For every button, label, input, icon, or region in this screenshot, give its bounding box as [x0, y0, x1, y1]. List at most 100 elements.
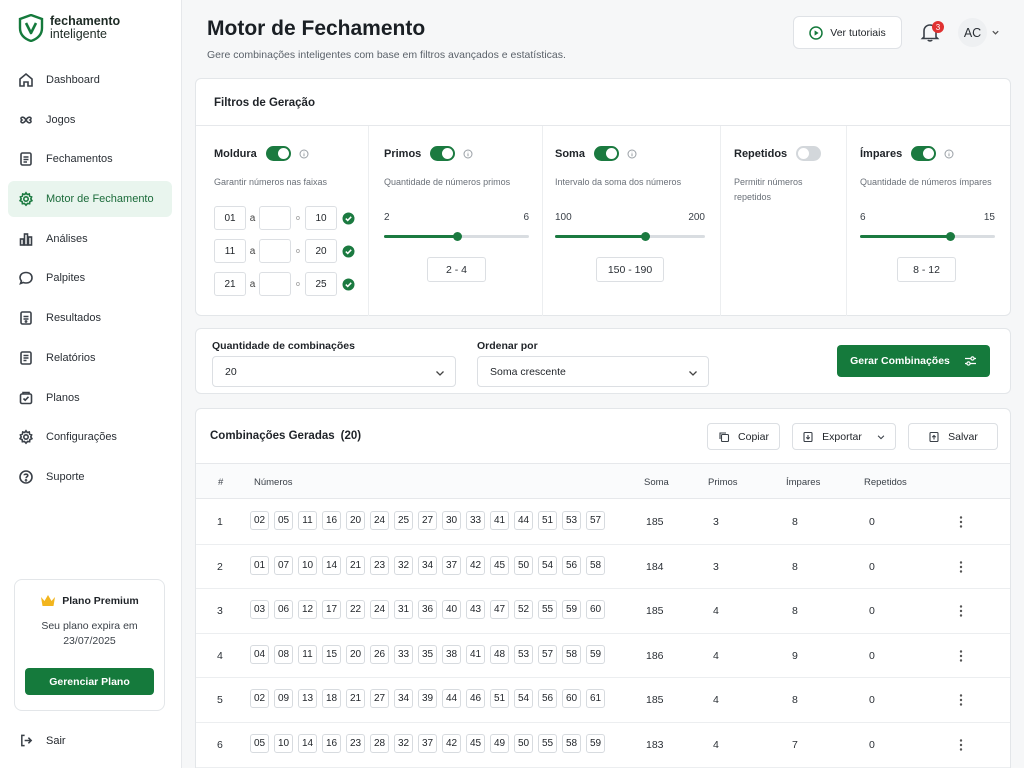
tutorials-button[interactable]: Ver tutoriais: [793, 16, 902, 49]
moldura-from-field[interactable]: 21: [214, 272, 246, 296]
page-subtitle: Gere combinações inteligentes com base e…: [207, 49, 566, 61]
table-row[interactable]: 1 02 05 11 16 20 24 25 27 30 33 41 44 51 53 57 185 3 8 0: [196, 500, 1010, 545]
copy-button[interactable]: Copiar: [707, 423, 780, 450]
number-chip: 21: [346, 689, 365, 709]
quantity-select[interactable]: 20: [212, 356, 456, 387]
info-icon[interactable]: [627, 149, 637, 159]
row-numbers: 02 09 13 18 21 27 34 39 44 46 51 54 56 60 61: [250, 689, 605, 709]
brand-logo[interactable]: fechamento inteligente: [18, 14, 120, 42]
row-sum: 186: [646, 649, 664, 662]
filter-impares-toggle[interactable]: [911, 146, 937, 161]
row-index: 3: [217, 605, 223, 618]
info-icon[interactable]: [944, 149, 954, 159]
filter-primos-desc: Quantidade de números primos: [384, 177, 511, 187]
logout-link[interactable]: Sair: [19, 733, 66, 748]
moldura-mid-field[interactable]: [259, 206, 291, 230]
results-card: Combinações Geradas (20) Copiar Exportar …: [195, 408, 1011, 768]
results-title: Combinações Geradas (20): [210, 430, 361, 442]
moldura-from-field[interactable]: 11: [214, 239, 246, 263]
sidebar-item-relatorios[interactable]: Relatórios: [8, 340, 172, 376]
row-index: 5: [217, 694, 223, 707]
number-chip: 40: [442, 600, 461, 620]
sidebar-item-resultados[interactable]: Resultados: [8, 300, 172, 336]
number-chip: 47: [490, 600, 509, 620]
number-chip: 59: [562, 600, 581, 620]
filter-moldura-label: Moldura: [214, 147, 257, 160]
moldura-from-field[interactable]: 01: [214, 206, 246, 230]
sidebar-item-configuracoes[interactable]: Configurações: [8, 419, 172, 455]
chevron-down-icon[interactable]: [991, 28, 1000, 37]
number-chip: 39: [418, 689, 437, 709]
moldura-to-field[interactable]: 20: [305, 239, 337, 263]
more-vertical-icon[interactable]: [959, 738, 963, 752]
avatar[interactable]: AC: [958, 18, 987, 47]
slider-fill: [860, 235, 950, 238]
row-odds: 8: [792, 516, 798, 528]
number-chip: 53: [562, 511, 581, 530]
sidebar-item-suporte[interactable]: Suporte: [8, 459, 172, 495]
sidebar-item-label: Jogos: [46, 113, 76, 126]
table-row[interactable]: 2 01 07 10 14 21 23 32 34 37 42 45 50 54 56 58 184 3 8 0: [196, 545, 1010, 590]
generate-combinations-button[interactable]: Gerar Combinações: [837, 345, 990, 377]
number-chip: 60: [562, 689, 581, 709]
filter-repetidos-toggle[interactable]: [796, 146, 822, 161]
info-icon[interactable]: [299, 149, 309, 159]
number-chip: 24: [370, 600, 389, 620]
sidebar-item-motor-de-fechamento[interactable]: Motor de Fechamento: [8, 181, 172, 218]
options-card: Quantidade de combinações 20 Ordenar por…: [195, 328, 1011, 394]
slider-handle[interactable]: [946, 232, 955, 241]
manage-plan-button[interactable]: Gerenciar Plano: [25, 668, 154, 695]
slider-handle[interactable]: [452, 232, 462, 241]
sidebar-item-fechamentos[interactable]: Fechamentos: [8, 141, 172, 177]
filter-soma-toggle[interactable]: [593, 146, 619, 161]
logout-icon: [21, 734, 33, 747]
soma-slider[interactable]: [555, 232, 705, 241]
sidebar-item-label: Motor de Fechamento: [46, 193, 154, 206]
filter-moldura-toggle[interactable]: [265, 146, 291, 161]
table-row[interactable]: 6 05 10 14 16 23 28 32 37 42 45 49 50 55 58 59 183 4 7 0: [196, 723, 1010, 768]
info-icon[interactable]: [463, 149, 473, 159]
table-row[interactable]: 5 02 09 13 18 21 27 34 39 44 46 51 54 56 60 61 185 4 8 0: [196, 678, 1010, 723]
table-row[interactable]: 4 04 08 11 15 20 26 33 35 38 41 48 53 57 58 59 186 4 9 0: [196, 634, 1010, 679]
quantity-label: Quantidade de combinações: [212, 340, 355, 352]
sidebar-item-jogos[interactable]: Jogos: [8, 102, 172, 138]
save-button[interactable]: Salvar: [908, 423, 998, 450]
report-icon: [20, 351, 32, 365]
tutorials-label: Ver tutoriais: [830, 26, 886, 39]
sidebar-item-planos[interactable]: Planos: [8, 380, 172, 416]
export-button[interactable]: Exportar: [792, 423, 896, 450]
sidebar-item-palpites[interactable]: Palpites: [8, 260, 172, 296]
table-row[interactable]: 3 03 06 12 17 22 24 31 36 40 43 47 52 55 59 60 185 4 8 0: [196, 589, 1010, 634]
moldura-mid-field[interactable]: [259, 272, 291, 296]
more-vertical-icon[interactable]: [959, 515, 963, 529]
number-chip: 45: [466, 734, 485, 753]
filter-primos-label: Primos: [384, 147, 422, 160]
more-vertical-icon[interactable]: [959, 604, 963, 618]
order-select[interactable]: Soma crescente: [477, 356, 709, 387]
row-repeated: 0: [869, 605, 875, 618]
number-chip: 37: [418, 734, 437, 753]
more-vertical-icon[interactable]: [959, 693, 963, 707]
sidebar-item-label: Relatórios: [46, 351, 96, 364]
moldura-mid-field[interactable]: [259, 239, 291, 263]
chat-bubble-icon: [19, 272, 33, 286]
row-primes: 3: [713, 560, 719, 573]
number-chip: 08: [274, 644, 293, 664]
box-check-icon: [19, 391, 33, 404]
moldura-to-field[interactable]: 10: [305, 206, 337, 230]
sidebar-item-label: Resultados: [46, 312, 102, 325]
impares-slider[interactable]: [860, 232, 995, 241]
more-vertical-icon[interactable]: [959, 560, 963, 574]
sidebar-item-dashboard[interactable]: Dashboard: [8, 62, 172, 98]
filter-primos-toggle[interactable]: [430, 146, 456, 161]
filter-impares: Ímpares Quantidade de números ímpares 6 …: [846, 126, 1011, 316]
slider-handle[interactable]: [641, 232, 650, 241]
moldura-to-field[interactable]: 25: [305, 272, 337, 296]
filter-primos: Primos Quantidade de números primos 2 6 …: [368, 126, 542, 316]
sidebar-item-analises[interactable]: Análises: [8, 221, 172, 257]
document-list-icon: [20, 152, 32, 167]
more-vertical-icon[interactable]: [959, 649, 963, 663]
primos-slider[interactable]: [384, 232, 529, 241]
sidebar-item-label: Planos: [46, 391, 80, 404]
number-chip: 05: [274, 511, 293, 530]
